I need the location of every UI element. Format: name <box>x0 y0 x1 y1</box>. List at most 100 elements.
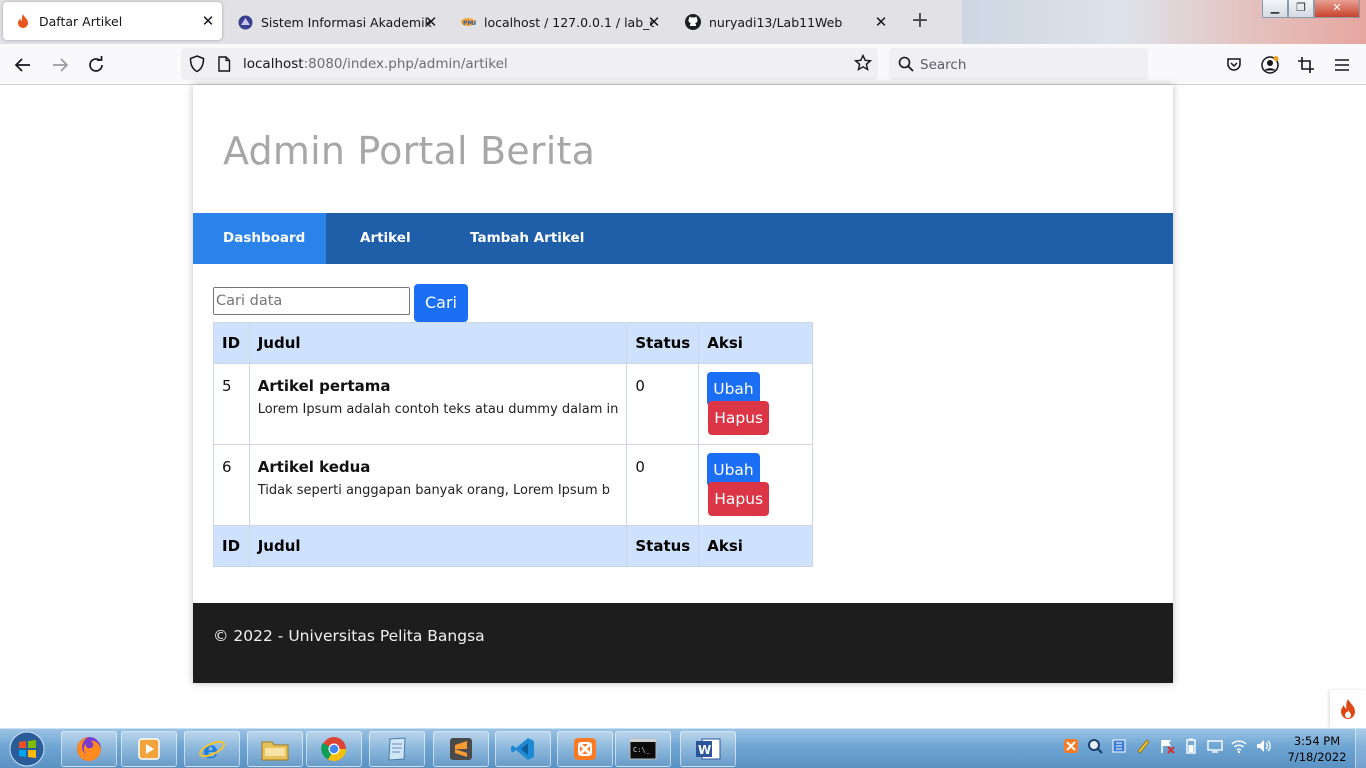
close-tab-icon[interactable]: ✕ <box>423 14 439 30</box>
table-row: 5 Artikel pertama Lorem Ipsum adalah con… <box>213 363 813 445</box>
url-text: localhost:8080/index.php/admin/artikel <box>243 56 508 72</box>
close-tab-icon[interactable]: ✕ <box>873 14 889 30</box>
tab-strip: Daftar Artikel ✕ Sistem Informasi Akadem… <box>0 0 1366 44</box>
article-table: ID Judul Status Aksi 5 Artikel pertama L… <box>213 322 813 567</box>
phpmyadmin-icon: PMA <box>460 14 476 30</box>
notepad-icon[interactable] <box>369 731 425 767</box>
table-header-row: ID Judul Status Aksi <box>213 322 813 364</box>
tracking-shield-icon[interactable] <box>189 55 205 77</box>
browser-toolbar: localhost:8080/index.php/admin/artikel S… <box>0 44 1366 85</box>
display-tray-icon[interactable] <box>1206 737 1224 755</box>
cell-aksi: Ubah Hapus <box>698 363 813 445</box>
media-player-icon[interactable] <box>121 731 177 767</box>
close-tab-icon[interactable]: ✕ <box>646 14 662 30</box>
vscode-icon[interactable] <box>495 731 551 767</box>
fire-icon <box>15 13 31 29</box>
main-navigation: Dashboard Artikel Tambah Artikel <box>193 213 1173 264</box>
browser-tab-phpmyadmin[interactable]: PMA localhost / 127.0.0.1 / lab_ci4 / a … <box>448 3 668 41</box>
search-placeholder: Search <box>920 57 967 73</box>
search-bar[interactable]: Search <box>889 48 1148 80</box>
svg-text:e: e <box>203 735 218 763</box>
internet-explorer-icon[interactable]: e <box>184 731 240 767</box>
column-header-aksi: Aksi <box>698 322 813 364</box>
footer-header-status: Status <box>626 525 700 567</box>
word-icon[interactable]: W <box>680 731 736 767</box>
page-title: Admin Portal Berita <box>223 129 596 173</box>
article-excerpt: Lorem Ipsum adalah contoh teks atau dumm… <box>257 402 619 417</box>
delete-button[interactable]: Hapus <box>708 482 770 516</box>
nav-item-tambah-artikel[interactable]: Tambah Artikel <box>470 213 584 264</box>
cell-judul: Artikel kedua Tidak seperti anggapan ban… <box>248 444 628 526</box>
tab-title: Daftar Artikel <box>39 13 123 29</box>
minimize-icon[interactable]: ▁ <box>1262 0 1288 18</box>
chrome-icon[interactable] <box>306 731 362 767</box>
hamburger-menu-icon[interactable] <box>1329 52 1355 78</box>
sublime-text-icon[interactable] <box>433 731 489 767</box>
maximize-icon[interactable]: ❐ <box>1288 0 1314 18</box>
codeigniter-debug-toolbar-icon[interactable] <box>1330 690 1366 728</box>
action-center-flag-icon[interactable] <box>1158 737 1176 755</box>
svg-text:W: W <box>698 743 711 757</box>
tab-title: localhost / 127.0.0.1 / lab_ci4 / a <box>484 14 654 30</box>
new-tab-button[interactable]: + <box>908 10 932 34</box>
column-header-status: Status <box>626 322 700 364</box>
address-bar[interactable]: localhost:8080/index.php/admin/artikel <box>181 48 878 80</box>
cell-status: 0 <box>626 363 700 445</box>
page-footer: © 2022 - Universitas Pelita Bangsa <box>193 603 1173 683</box>
cell-id: 6 <box>213 444 250 526</box>
cell-id: 5 <box>213 363 250 445</box>
search-input[interactable] <box>213 287 410 315</box>
tab-title: nuryadi13/Lab11Web <box>709 14 843 30</box>
cell-aksi: Ubah Hapus <box>698 444 813 526</box>
xampp-tray-icon[interactable] <box>1062 737 1080 755</box>
pocket-icon[interactable] <box>1221 52 1247 78</box>
browser-tab-sistem-informasi[interactable]: Sistem Informasi Akademik ✕ <box>225 3 445 41</box>
xampp-icon[interactable] <box>557 731 613 767</box>
cell-status: 0 <box>626 444 700 526</box>
nav-item-artikel[interactable]: Artikel <box>360 213 411 264</box>
battery-icon[interactable] <box>1182 737 1200 755</box>
svg-text:C:\_: C:\_ <box>633 746 651 754</box>
start-button[interactable] <box>6 730 48 768</box>
system-clock[interactable]: 3:54 PM 7/18/2022 <box>1282 733 1352 765</box>
command-prompt-icon[interactable]: C:\_ <box>615 731 671 767</box>
close-tab-icon[interactable]: ✕ <box>200 13 216 29</box>
back-arrow-icon[interactable] <box>10 52 36 78</box>
delete-button[interactable]: Hapus <box>708 401 770 435</box>
browser-tab-github[interactable]: nuryadi13/Lab11Web ✕ <box>673 3 895 41</box>
article-excerpt: Tidak seperti anggapan banyak orang, Lor… <box>257 483 610 498</box>
network-drive-tray-icon[interactable] <box>1110 737 1128 755</box>
article-title: Artikel kedua <box>257 458 371 476</box>
clock-time: 3:54 PM <box>1293 734 1341 748</box>
crop-screenshot-icon[interactable] <box>1293 52 1319 78</box>
volume-icon[interactable] <box>1254 737 1272 755</box>
clock-date: 7/18/2022 <box>1287 750 1347 764</box>
browser-tab-daftar-artikel[interactable]: Daftar Artikel ✕ <box>3 2 222 40</box>
tab-title: Sistem Informasi Akademik <box>261 14 432 30</box>
copyright-text: © 2022 - Universitas Pelita Bangsa <box>213 627 485 645</box>
window-controls: ▁ ❐ ✕ <box>1262 0 1360 18</box>
firefox-icon[interactable] <box>61 731 117 767</box>
table-footer-row: ID Judul Status Aksi <box>213 525 813 567</box>
system-tray <box>1062 737 1272 755</box>
bookmark-star-icon[interactable] <box>853 53 873 76</box>
nav-item-dashboard[interactable]: Dashboard <box>193 213 326 264</box>
page-info-icon[interactable] <box>217 56 231 76</box>
show-desktop-button[interactable] <box>1355 729 1366 768</box>
reload-icon[interactable] <box>83 52 109 78</box>
pen-tray-icon[interactable] <box>1134 737 1152 755</box>
github-icon <box>685 14 701 30</box>
article-title: Artikel pertama <box>257 377 391 395</box>
column-header-judul: Judul <box>248 322 628 364</box>
account-icon[interactable] <box>1257 52 1283 78</box>
wifi-icon[interactable] <box>1230 737 1248 755</box>
cell-judul: Artikel pertama Lorem Ipsum adalah conto… <box>248 363 628 445</box>
search-tray-icon[interactable] <box>1086 737 1104 755</box>
search-icon <box>898 56 914 76</box>
forward-arrow-icon[interactable] <box>47 52 73 78</box>
close-window-icon[interactable]: ✕ <box>1314 0 1360 18</box>
file-explorer-icon[interactable] <box>247 731 303 767</box>
main-container: Admin Portal Berita Dashboard Artikel Ta… <box>193 85 1173 683</box>
footer-header-id: ID <box>213 525 250 567</box>
search-button[interactable]: Cari <box>414 284 468 322</box>
